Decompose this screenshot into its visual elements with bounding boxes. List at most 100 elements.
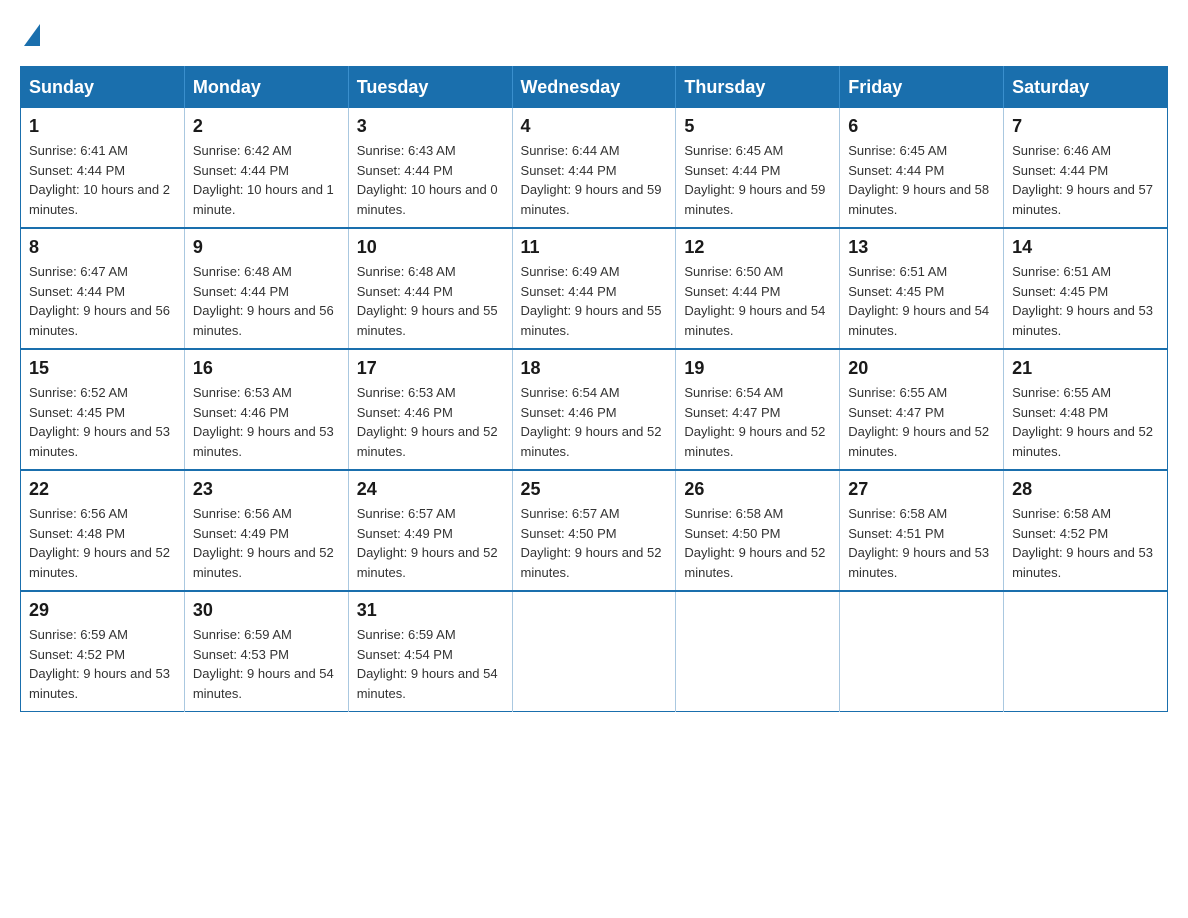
day-number: 30 xyxy=(193,600,340,621)
calendar-day-cell: 16 Sunrise: 6:53 AM Sunset: 4:46 PM Dayl… xyxy=(184,349,348,470)
calendar-day-cell: 11 Sunrise: 6:49 AM Sunset: 4:44 PM Dayl… xyxy=(512,228,676,349)
calendar-day-cell: 13 Sunrise: 6:51 AM Sunset: 4:45 PM Dayl… xyxy=(840,228,1004,349)
calendar-day-cell: 12 Sunrise: 6:50 AM Sunset: 4:44 PM Dayl… xyxy=(676,228,840,349)
calendar-day-cell xyxy=(676,591,840,712)
day-number: 27 xyxy=(848,479,995,500)
calendar-day-cell: 25 Sunrise: 6:57 AM Sunset: 4:50 PM Dayl… xyxy=(512,470,676,591)
calendar-week-row: 15 Sunrise: 6:52 AM Sunset: 4:45 PM Dayl… xyxy=(21,349,1168,470)
weekday-header-thursday: Thursday xyxy=(676,67,840,109)
calendar-day-cell xyxy=(512,591,676,712)
day-number: 11 xyxy=(521,237,668,258)
calendar-day-cell: 26 Sunrise: 6:58 AM Sunset: 4:50 PM Dayl… xyxy=(676,470,840,591)
day-number: 10 xyxy=(357,237,504,258)
day-info: Sunrise: 6:58 AM Sunset: 4:51 PM Dayligh… xyxy=(848,504,995,582)
day-number: 13 xyxy=(848,237,995,258)
day-number: 7 xyxy=(1012,116,1159,137)
day-info: Sunrise: 6:48 AM Sunset: 4:44 PM Dayligh… xyxy=(193,262,340,340)
calendar-table: SundayMondayTuesdayWednesdayThursdayFrid… xyxy=(20,66,1168,712)
weekday-header-tuesday: Tuesday xyxy=(348,67,512,109)
day-info: Sunrise: 6:57 AM Sunset: 4:49 PM Dayligh… xyxy=(357,504,504,582)
day-info: Sunrise: 6:42 AM Sunset: 4:44 PM Dayligh… xyxy=(193,141,340,219)
day-info: Sunrise: 6:53 AM Sunset: 4:46 PM Dayligh… xyxy=(357,383,504,461)
day-number: 28 xyxy=(1012,479,1159,500)
day-info: Sunrise: 6:47 AM Sunset: 4:44 PM Dayligh… xyxy=(29,262,176,340)
day-info: Sunrise: 6:56 AM Sunset: 4:49 PM Dayligh… xyxy=(193,504,340,582)
day-info: Sunrise: 6:57 AM Sunset: 4:50 PM Dayligh… xyxy=(521,504,668,582)
calendar-week-row: 22 Sunrise: 6:56 AM Sunset: 4:48 PM Dayl… xyxy=(21,470,1168,591)
day-info: Sunrise: 6:41 AM Sunset: 4:44 PM Dayligh… xyxy=(29,141,176,219)
calendar-day-cell: 24 Sunrise: 6:57 AM Sunset: 4:49 PM Dayl… xyxy=(348,470,512,591)
weekday-header-sunday: Sunday xyxy=(21,67,185,109)
calendar-day-cell: 3 Sunrise: 6:43 AM Sunset: 4:44 PM Dayli… xyxy=(348,108,512,228)
day-number: 15 xyxy=(29,358,176,379)
day-info: Sunrise: 6:58 AM Sunset: 4:50 PM Dayligh… xyxy=(684,504,831,582)
day-number: 6 xyxy=(848,116,995,137)
calendar-day-cell: 1 Sunrise: 6:41 AM Sunset: 4:44 PM Dayli… xyxy=(21,108,185,228)
calendar-day-cell: 2 Sunrise: 6:42 AM Sunset: 4:44 PM Dayli… xyxy=(184,108,348,228)
calendar-day-cell xyxy=(1004,591,1168,712)
day-info: Sunrise: 6:46 AM Sunset: 4:44 PM Dayligh… xyxy=(1012,141,1159,219)
calendar-day-cell: 15 Sunrise: 6:52 AM Sunset: 4:45 PM Dayl… xyxy=(21,349,185,470)
weekday-header-friday: Friday xyxy=(840,67,1004,109)
day-info: Sunrise: 6:59 AM Sunset: 4:54 PM Dayligh… xyxy=(357,625,504,703)
calendar-week-row: 8 Sunrise: 6:47 AM Sunset: 4:44 PM Dayli… xyxy=(21,228,1168,349)
day-number: 20 xyxy=(848,358,995,379)
calendar-day-cell: 14 Sunrise: 6:51 AM Sunset: 4:45 PM Dayl… xyxy=(1004,228,1168,349)
calendar-day-cell: 17 Sunrise: 6:53 AM Sunset: 4:46 PM Dayl… xyxy=(348,349,512,470)
day-number: 31 xyxy=(357,600,504,621)
day-info: Sunrise: 6:48 AM Sunset: 4:44 PM Dayligh… xyxy=(357,262,504,340)
calendar-day-cell: 10 Sunrise: 6:48 AM Sunset: 4:44 PM Dayl… xyxy=(348,228,512,349)
day-number: 24 xyxy=(357,479,504,500)
page-header xyxy=(20,20,1168,46)
calendar-day-cell: 7 Sunrise: 6:46 AM Sunset: 4:44 PM Dayli… xyxy=(1004,108,1168,228)
day-number: 9 xyxy=(193,237,340,258)
calendar-day-cell: 9 Sunrise: 6:48 AM Sunset: 4:44 PM Dayli… xyxy=(184,228,348,349)
day-info: Sunrise: 6:50 AM Sunset: 4:44 PM Dayligh… xyxy=(684,262,831,340)
day-info: Sunrise: 6:58 AM Sunset: 4:52 PM Dayligh… xyxy=(1012,504,1159,582)
day-number: 8 xyxy=(29,237,176,258)
calendar-day-cell: 31 Sunrise: 6:59 AM Sunset: 4:54 PM Dayl… xyxy=(348,591,512,712)
day-info: Sunrise: 6:49 AM Sunset: 4:44 PM Dayligh… xyxy=(521,262,668,340)
logo xyxy=(20,20,44,46)
day-info: Sunrise: 6:51 AM Sunset: 4:45 PM Dayligh… xyxy=(1012,262,1159,340)
calendar-day-cell: 29 Sunrise: 6:59 AM Sunset: 4:52 PM Dayl… xyxy=(21,591,185,712)
weekday-header-wednesday: Wednesday xyxy=(512,67,676,109)
day-info: Sunrise: 6:56 AM Sunset: 4:48 PM Dayligh… xyxy=(29,504,176,582)
day-number: 23 xyxy=(193,479,340,500)
calendar-week-row: 29 Sunrise: 6:59 AM Sunset: 4:52 PM Dayl… xyxy=(21,591,1168,712)
calendar-day-cell: 30 Sunrise: 6:59 AM Sunset: 4:53 PM Dayl… xyxy=(184,591,348,712)
calendar-day-cell: 20 Sunrise: 6:55 AM Sunset: 4:47 PM Dayl… xyxy=(840,349,1004,470)
calendar-day-cell: 23 Sunrise: 6:56 AM Sunset: 4:49 PM Dayl… xyxy=(184,470,348,591)
logo-arrow-icon xyxy=(24,24,40,46)
day-number: 26 xyxy=(684,479,831,500)
calendar-day-cell: 28 Sunrise: 6:58 AM Sunset: 4:52 PM Dayl… xyxy=(1004,470,1168,591)
day-info: Sunrise: 6:53 AM Sunset: 4:46 PM Dayligh… xyxy=(193,383,340,461)
day-number: 1 xyxy=(29,116,176,137)
day-number: 17 xyxy=(357,358,504,379)
day-info: Sunrise: 6:59 AM Sunset: 4:52 PM Dayligh… xyxy=(29,625,176,703)
day-info: Sunrise: 6:54 AM Sunset: 4:47 PM Dayligh… xyxy=(684,383,831,461)
day-info: Sunrise: 6:44 AM Sunset: 4:44 PM Dayligh… xyxy=(521,141,668,219)
calendar-day-cell: 19 Sunrise: 6:54 AM Sunset: 4:47 PM Dayl… xyxy=(676,349,840,470)
day-number: 25 xyxy=(521,479,668,500)
day-number: 5 xyxy=(684,116,831,137)
calendar-day-cell: 21 Sunrise: 6:55 AM Sunset: 4:48 PM Dayl… xyxy=(1004,349,1168,470)
day-info: Sunrise: 6:52 AM Sunset: 4:45 PM Dayligh… xyxy=(29,383,176,461)
day-number: 12 xyxy=(684,237,831,258)
day-number: 14 xyxy=(1012,237,1159,258)
calendar-day-cell: 6 Sunrise: 6:45 AM Sunset: 4:44 PM Dayli… xyxy=(840,108,1004,228)
weekday-header-monday: Monday xyxy=(184,67,348,109)
day-number: 29 xyxy=(29,600,176,621)
day-info: Sunrise: 6:55 AM Sunset: 4:47 PM Dayligh… xyxy=(848,383,995,461)
calendar-day-cell: 27 Sunrise: 6:58 AM Sunset: 4:51 PM Dayl… xyxy=(840,470,1004,591)
day-info: Sunrise: 6:43 AM Sunset: 4:44 PM Dayligh… xyxy=(357,141,504,219)
day-info: Sunrise: 6:59 AM Sunset: 4:53 PM Dayligh… xyxy=(193,625,340,703)
calendar-day-cell: 5 Sunrise: 6:45 AM Sunset: 4:44 PM Dayli… xyxy=(676,108,840,228)
day-number: 4 xyxy=(521,116,668,137)
day-info: Sunrise: 6:45 AM Sunset: 4:44 PM Dayligh… xyxy=(848,141,995,219)
calendar-day-cell: 22 Sunrise: 6:56 AM Sunset: 4:48 PM Dayl… xyxy=(21,470,185,591)
day-number: 18 xyxy=(521,358,668,379)
day-info: Sunrise: 6:51 AM Sunset: 4:45 PM Dayligh… xyxy=(848,262,995,340)
day-number: 16 xyxy=(193,358,340,379)
calendar-week-row: 1 Sunrise: 6:41 AM Sunset: 4:44 PM Dayli… xyxy=(21,108,1168,228)
